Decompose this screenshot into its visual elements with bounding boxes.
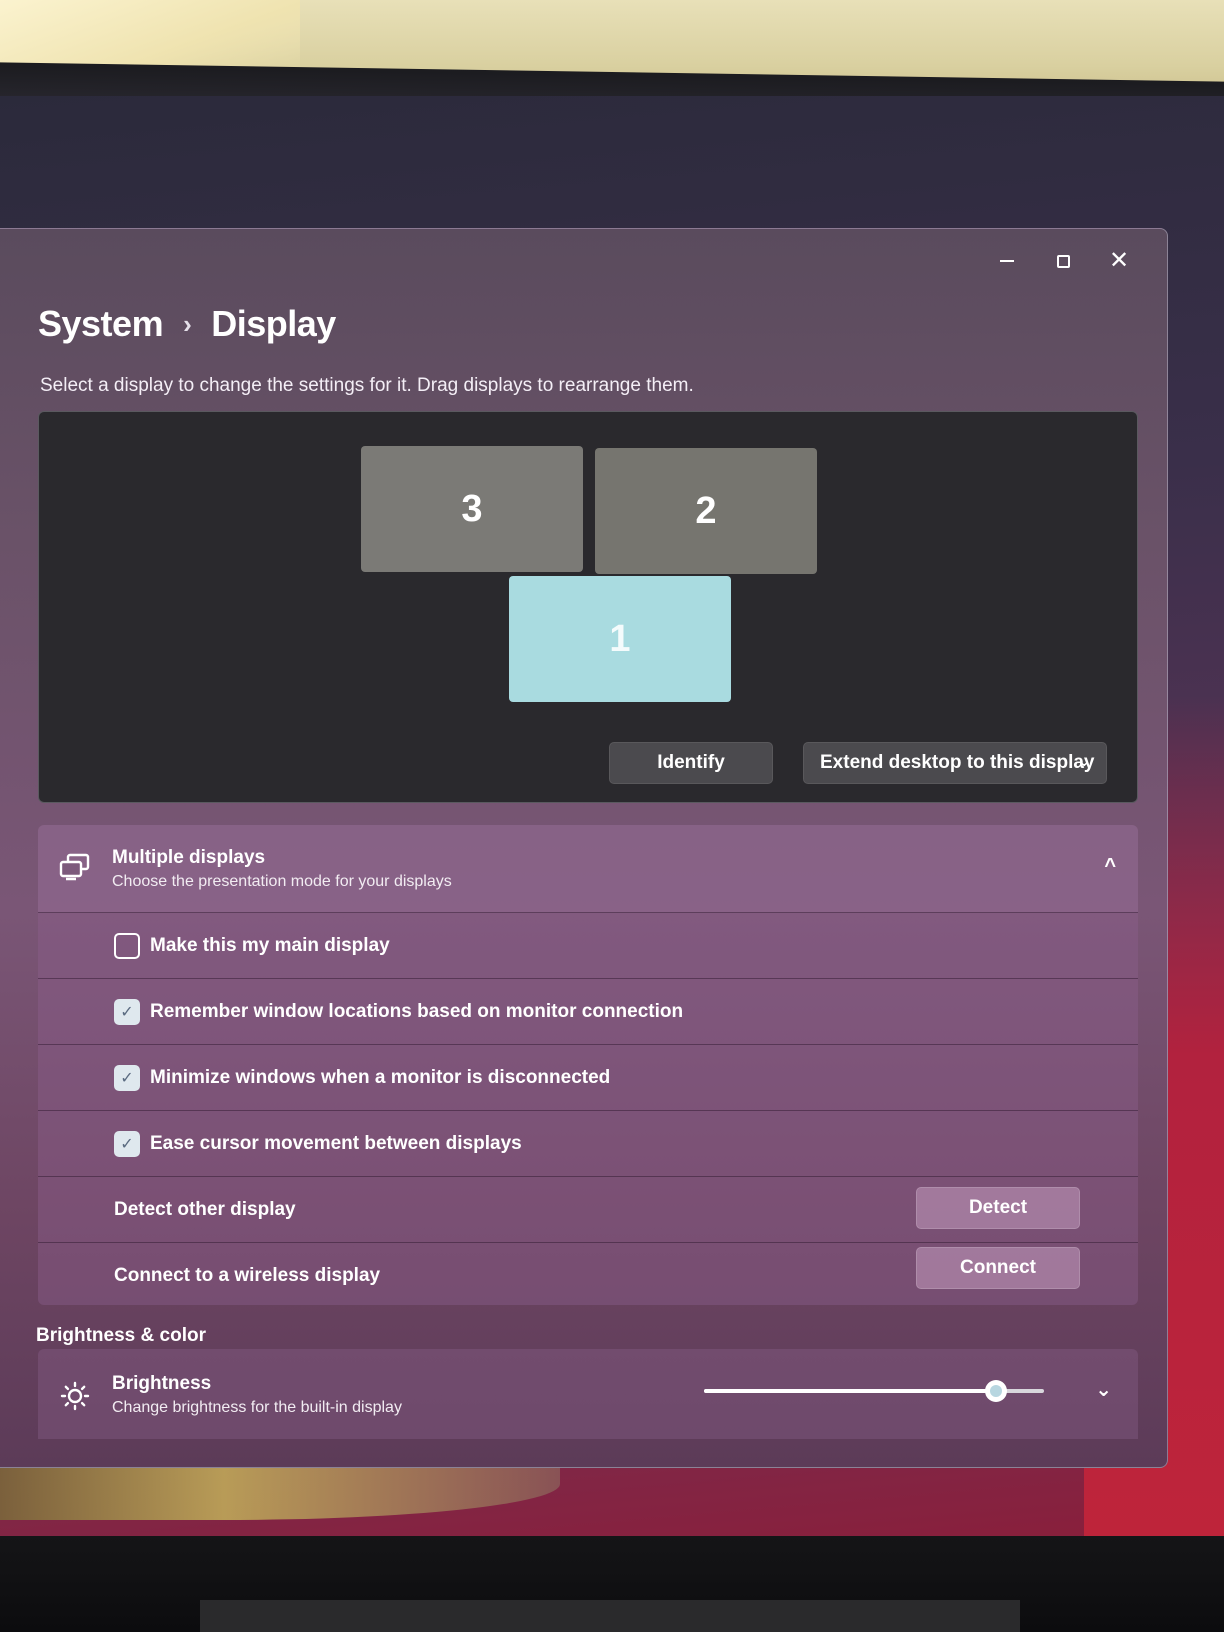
minimize-button[interactable]	[979, 241, 1035, 281]
wireless-label: Connect to a wireless display	[114, 1265, 381, 1286]
brightness-title: Brightness	[112, 1373, 212, 1394]
monitor-tile-3[interactable]: 3	[361, 446, 583, 572]
brightness-color-heading: Brightness & color	[36, 1325, 206, 1346]
checkbox-label: Make this my main display	[150, 935, 390, 956]
option-row-remember-locations[interactable]: ✓ Remember window locations based on mon…	[38, 979, 1138, 1045]
chevron-down-icon[interactable]: ⌄	[1095, 1377, 1112, 1402]
checkbox-label: Minimize windows when a monitor is disco…	[150, 1067, 611, 1088]
wireless-display-row: Connect to a wireless display Connect	[38, 1243, 1138, 1305]
brightness-slider[interactable]	[704, 1380, 1044, 1402]
brightness-slider-thumb[interactable]	[985, 1380, 1008, 1402]
close-icon: ✕	[1108, 247, 1130, 274]
option-row-ease-cursor[interactable]: ✓ Ease cursor movement between displays	[38, 1111, 1138, 1177]
multiple-displays-title: Multiple displays	[112, 847, 266, 868]
identify-button[interactable]: Identify	[609, 742, 773, 784]
checkbox-ease-cursor[interactable]: ✓	[114, 1131, 140, 1157]
close-button[interactable]: ✕	[1091, 241, 1147, 281]
detect-label: Detect other display	[114, 1199, 296, 1220]
brightness-subtitle: Change brightness for the built-in displ…	[112, 1399, 402, 1416]
monitor-number: 1	[609, 617, 631, 660]
page-title: Display	[211, 303, 336, 344]
display-mode-dropdown[interactable]: Extend desktop to this display ⌄	[803, 742, 1107, 784]
checkbox-label: Remember window locations based on monit…	[150, 1001, 684, 1022]
minimize-icon	[1000, 260, 1014, 262]
settings-window: ✕ System › Display Select a display to c…	[0, 228, 1168, 1468]
breadcrumb-system[interactable]: System	[38, 303, 164, 345]
connect-button[interactable]: Connect	[916, 1247, 1080, 1289]
checkbox-minimize-windows[interactable]: ✓	[114, 1065, 140, 1091]
detect-other-display-row: Detect other display Detect	[38, 1177, 1138, 1243]
monitor-stand	[200, 1600, 1020, 1632]
option-row-main-display[interactable]: Make this my main display	[38, 913, 1138, 979]
brightness-sun-icon	[60, 1381, 90, 1411]
display-mode-value: Extend desktop to this display	[820, 752, 1095, 773]
checkbox-remember-locations[interactable]: ✓	[114, 999, 140, 1025]
monitor-number: 2	[695, 489, 717, 532]
chevron-right-icon: ›	[183, 308, 192, 339]
checkmark-icon: ✓	[120, 1070, 134, 1087]
page-subtitle: Select a display to change the settings …	[40, 375, 694, 396]
checkbox-label: Ease cursor movement between displays	[150, 1133, 522, 1154]
checkmark-icon: ✓	[120, 1004, 134, 1021]
option-row-minimize-windows[interactable]: ✓ Minimize windows when a monitor is dis…	[38, 1045, 1138, 1111]
chevron-up-icon[interactable]: ^	[1104, 855, 1116, 878]
checkbox-main-display[interactable]	[114, 933, 140, 959]
monitor-tile-2[interactable]: 2	[595, 448, 817, 574]
breadcrumb: System › Display	[38, 303, 336, 345]
chevron-down-icon: ⌄	[1078, 753, 1090, 769]
detect-button[interactable]: Detect	[916, 1187, 1080, 1229]
brightness-row: Brightness Change brightness for the bui…	[38, 1349, 1138, 1439]
monitor-tile-1-selected[interactable]: 1	[509, 576, 731, 702]
brightness-slider-fill	[704, 1389, 997, 1393]
maximize-button[interactable]	[1035, 241, 1091, 281]
checkmark-icon: ✓	[120, 1136, 134, 1153]
window-controls: ✕	[979, 241, 1147, 281]
multiple-displays-header[interactable]: Multiple displays Choose the presentatio…	[38, 825, 1138, 913]
monitor-number: 3	[461, 487, 483, 530]
display-arrangement-panel[interactable]: 3 2 1 Identify Extend desktop to this di…	[38, 411, 1138, 803]
multiple-displays-subtitle: Choose the presentation mode for your di…	[112, 873, 452, 890]
multiple-displays-icon	[59, 853, 90, 881]
multiple-displays-group: Multiple displays Choose the presentatio…	[38, 825, 1138, 1305]
maximize-icon	[1056, 254, 1070, 268]
